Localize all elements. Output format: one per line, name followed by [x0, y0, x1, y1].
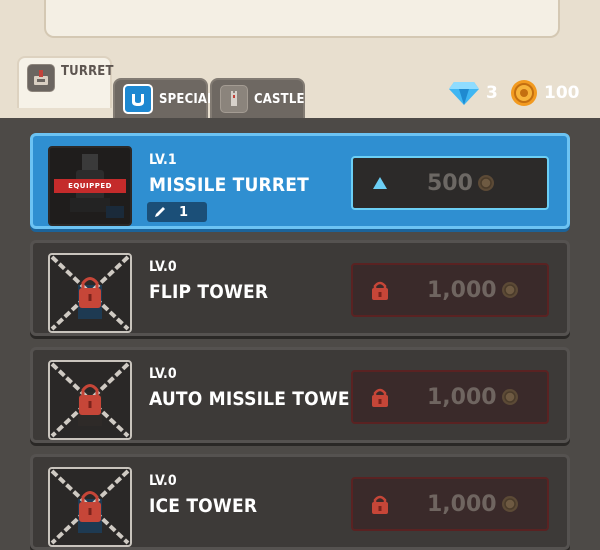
turret-card-ice-tower[interactable]: LV.0 ICE TOWER 1,000 [30, 454, 570, 550]
coin-count: 100 [544, 83, 580, 103]
special-icon [123, 84, 153, 114]
coin-icon [501, 389, 518, 405]
equipped-ribbon: EQUIPPED [54, 179, 126, 193]
turret-list: EQUIPPED LV.1 MISSILE TURRET 1 500 LV.0 … [0, 118, 600, 550]
tab-castle-label: CASTLE [254, 91, 305, 107]
tab-special[interactable]: SPECIAL [113, 78, 215, 118]
pencil-icon [155, 207, 165, 217]
turret-level: LV.0 [149, 473, 177, 489]
turret-thumbnail [48, 467, 132, 547]
turret-card-flip-tower[interactable]: LV.0 FLIP TOWER 1,000 [30, 240, 570, 336]
turret-thumbnail [48, 360, 132, 440]
turret-thumbnail: EQUIPPED [48, 146, 132, 226]
gem-count: 3 [486, 83, 498, 103]
turret-level: LV.1 [149, 152, 177, 168]
gem-icon [449, 82, 479, 105]
unlock-price: 1,000 [427, 491, 497, 517]
unlock-button[interactable]: 1,000 [351, 477, 549, 531]
coin-balance: 100 [510, 78, 580, 108]
turret-card-missile-turret[interactable]: EQUIPPED LV.1 MISSILE TURRET 1 500 [30, 133, 570, 229]
lock-icon [372, 388, 388, 407]
turret-count: 1 [179, 204, 189, 220]
coin-icon [511, 80, 537, 106]
upgrade-button[interactable]: 500 [351, 156, 549, 210]
tab-special-label: SPECIAL [159, 91, 215, 107]
unlock-price: 1,000 [427, 277, 497, 303]
turret-level: LV.0 [149, 366, 177, 382]
turret-name: FLIP TOWER [149, 281, 269, 303]
coin-icon [477, 175, 494, 191]
tab-turret-label: TURRET [61, 64, 114, 79]
upgrade-price: 500 [427, 170, 473, 196]
castle-icon [220, 85, 248, 113]
coin-icon [501, 282, 518, 298]
lock-icon [372, 495, 388, 514]
chained-lock-icon [50, 255, 130, 331]
tab-turret[interactable]: TURRET [17, 56, 114, 108]
tab-bar: TURRET SPECIAL CASTLE 3 100 [0, 56, 600, 118]
turret-name: ICE TOWER [149, 495, 258, 517]
unlock-button[interactable]: 1,000 [351, 263, 549, 317]
turret-thumbnail [48, 253, 132, 333]
turret-count-chip: 1 [147, 202, 207, 222]
turret-icon [27, 64, 55, 92]
turret-name: AUTO MISSILE TOWER [149, 388, 364, 410]
turret-level: LV.0 [149, 259, 177, 275]
up-arrow-icon [373, 177, 387, 189]
gem-balance: 3 [448, 78, 498, 108]
turret-card-auto-missile-tower[interactable]: LV.0 AUTO MISSILE TOWER 1,000 [30, 347, 570, 443]
unlock-price: 1,000 [427, 384, 497, 410]
unlock-button[interactable]: 1,000 [351, 370, 549, 424]
coin-icon [501, 496, 518, 512]
chained-lock-icon [50, 469, 130, 545]
info-panel [44, 0, 560, 38]
turret-name: MISSILE TURRET [149, 174, 310, 196]
tab-castle[interactable]: CASTLE [210, 78, 305, 118]
chained-lock-icon [50, 362, 130, 438]
lock-icon [372, 281, 388, 300]
